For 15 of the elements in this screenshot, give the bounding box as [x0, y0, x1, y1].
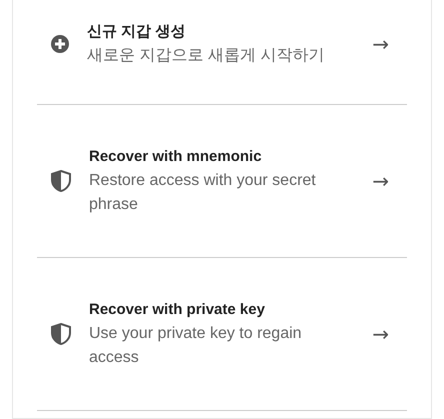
option-title: Recover with private key — [89, 300, 266, 320]
arrow-icon: → — [372, 32, 389, 56]
option-title: Recover with mnemonic — [89, 147, 263, 167]
option-item[interactable]: Recover with private key Use your private key to regain access → — [37, 298, 407, 370]
arrow-icon: → — [372, 169, 389, 193]
option-title: 신규 지갑 생성 — [87, 22, 186, 42]
shield-icon — [51, 170, 71, 192]
option-description: 새로운 지갑으로 새롭게 시작하기 — [87, 46, 326, 66]
option-item[interactable]: Recover with mnemonic Restore access with your secret phrase → — [37, 145, 407, 217]
option-item[interactable]: 신규 지갑 생성 새로운 지갑으로 새롭게 시작하기 → — [37, 20, 407, 68]
shield-icon — [51, 323, 71, 345]
plus-circle-icon — [51, 35, 69, 53]
arrow-icon: → — [372, 322, 389, 346]
option-description: Restore access with your secret phrase — [89, 171, 317, 215]
option-description: Use your private key to regain access — [89, 324, 303, 368]
